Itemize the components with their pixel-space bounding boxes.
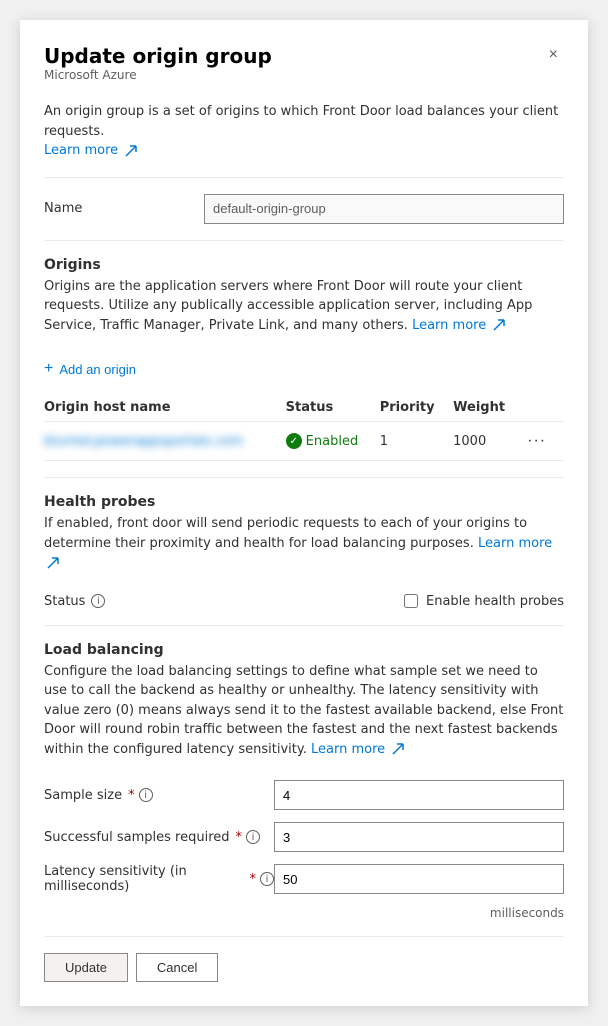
page-title: Update origin group <box>44 44 272 68</box>
latency-row: Latency sensitivity (in milliseconds) * … <box>44 864 564 894</box>
sample-size-input[interactable] <box>274 780 564 810</box>
name-field-row: Name <box>44 194 564 224</box>
col-header-priority: Priority <box>380 394 453 422</box>
panel: Update origin group Microsoft Azure × An… <box>20 20 588 1006</box>
sample-size-required: * <box>128 788 135 803</box>
col-header-host: Origin host name <box>44 394 286 422</box>
check-circle-icon: ✓ <box>286 433 302 449</box>
successful-required: * <box>236 830 243 845</box>
enable-health-probes-row: Enable health probes <box>404 594 564 609</box>
sample-size-label: Sample size * i <box>44 788 274 803</box>
load-balancing-description: Configure the load balancing settings to… <box>44 662 564 760</box>
origin-host-name-blurred: blurred.powerappsportals.com <box>44 434 243 449</box>
origins-table: Origin host name Status Priority Weight … <box>44 394 564 461</box>
name-input[interactable] <box>204 194 564 224</box>
sample-size-row: Sample size * i <box>44 780 564 810</box>
latency-info-icon[interactable]: i <box>260 872 274 886</box>
latency-required: * <box>250 872 257 887</box>
milliseconds-note: milliseconds <box>44 906 564 920</box>
update-button[interactable]: Update <box>44 953 128 982</box>
successful-samples-label: Successful samples required * i <box>44 830 274 845</box>
add-origin-button[interactable]: + Add an origin <box>44 356 136 382</box>
table-row: blurred.powerappsportals.com ✓ Enabled 1… <box>44 422 564 461</box>
panel-subtitle: Microsoft Azure <box>44 68 272 82</box>
status-enabled: ✓ Enabled <box>286 433 372 449</box>
panel-title-area: Update origin group Microsoft Azure <box>44 44 272 98</box>
sample-size-info-icon[interactable]: i <box>139 788 153 802</box>
origins-external-link-icon <box>493 319 505 331</box>
intro-learn-more-link[interactable]: Learn more <box>44 143 137 158</box>
enable-health-probes-label: Enable health probes <box>426 594 564 609</box>
row-more-button[interactable]: ··· <box>523 430 550 452</box>
panel-header: Update origin group Microsoft Azure × <box>44 44 564 98</box>
health-probes-title: Health probes <box>44 494 564 510</box>
load-balancing-title: Load balancing <box>44 642 564 658</box>
origin-priority-cell: 1 <box>380 422 453 461</box>
status-row: Status i Enable health probes <box>44 594 564 609</box>
latency-label: Latency sensitivity (in milliseconds) * … <box>44 864 274 894</box>
origin-weight-cell: 1000 <box>453 422 523 461</box>
name-label: Name <box>44 201 204 216</box>
lb-external-link-icon <box>392 743 404 755</box>
origins-section-title: Origins <box>44 257 564 273</box>
origin-host-cell: blurred.powerappsportals.com <box>44 422 286 461</box>
close-button[interactable]: × <box>543 44 564 66</box>
successful-samples-row: Successful samples required * i <box>44 822 564 852</box>
plus-icon: + <box>44 360 53 378</box>
load-balancing-section: Load balancing Configure the load balanc… <box>44 642 564 921</box>
origin-host-link[interactable]: blurred.powerappsportals.com <box>44 434 243 449</box>
origins-learn-more-link[interactable]: Learn more <box>412 318 505 333</box>
successful-info-icon[interactable]: i <box>246 830 260 844</box>
external-link-icon <box>125 145 137 157</box>
origin-actions-cell: ··· <box>523 422 564 461</box>
enable-health-probes-checkbox[interactable] <box>404 594 418 608</box>
status-label: Status <box>44 594 85 609</box>
latency-input[interactable] <box>274 864 564 894</box>
status-info-icon[interactable]: i <box>91 594 105 608</box>
origins-section: Origins Origins are the application serv… <box>44 257 564 462</box>
health-probes-description: If enabled, front door will send periodi… <box>44 514 564 573</box>
col-header-status: Status <box>286 394 380 422</box>
health-external-link-icon <box>47 557 59 569</box>
origin-status-cell: ✓ Enabled <box>286 422 380 461</box>
successful-samples-input[interactable] <box>274 822 564 852</box>
footer-buttons: Update Cancel <box>44 936 564 982</box>
intro-description: An origin group is a set of origins to w… <box>44 102 564 161</box>
cancel-button[interactable]: Cancel <box>136 953 218 982</box>
col-header-weight: Weight <box>453 394 523 422</box>
col-header-actions <box>523 394 564 422</box>
load-balancing-learn-more-link[interactable]: Learn more <box>311 742 404 757</box>
health-probes-section: Health probes If enabled, front door wil… <box>44 494 564 609</box>
origins-description: Origins are the application servers wher… <box>44 277 564 336</box>
